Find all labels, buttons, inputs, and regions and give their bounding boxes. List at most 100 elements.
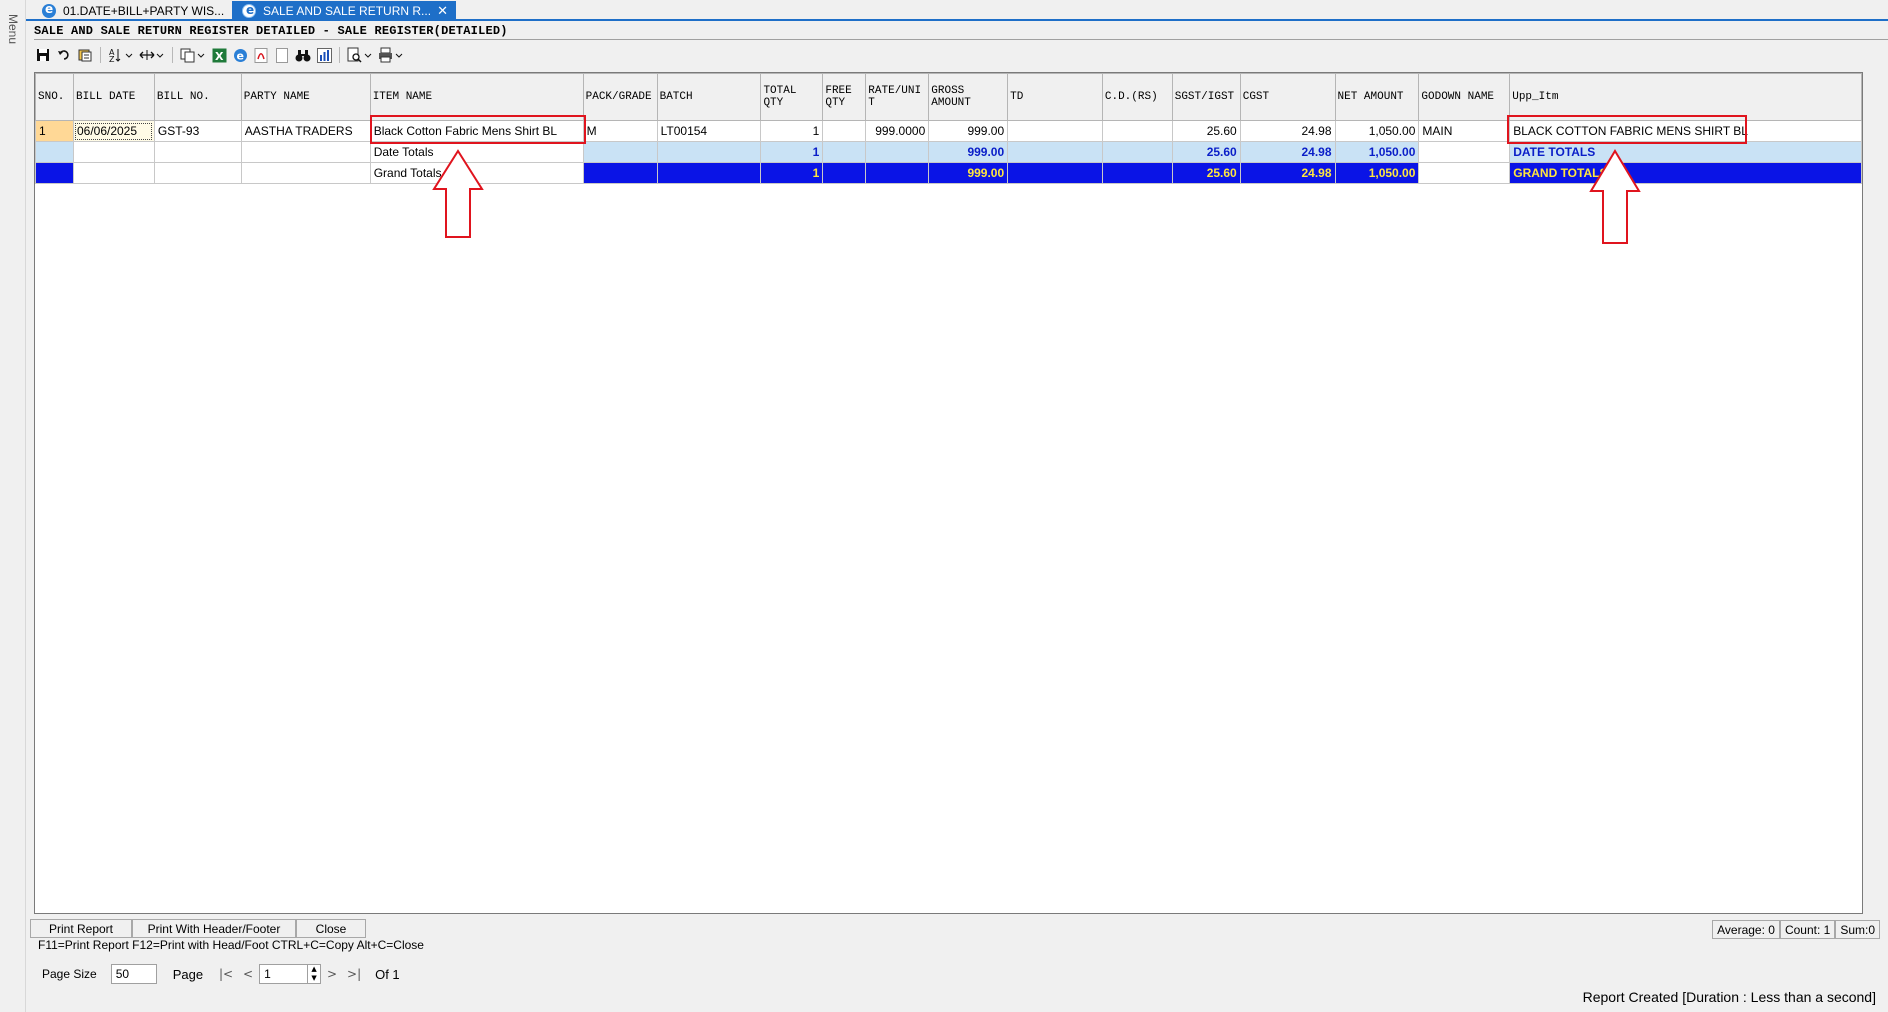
cell-rate-unit[interactable]: 999.0000	[865, 120, 930, 142]
print-with-header-footer-button[interactable]: Print With Header/Footer	[132, 919, 296, 938]
header-row: SNO. BILL DATE BILL NO. PARTY NAME ITEM …	[35, 73, 1862, 121]
col-header-total-qty[interactable]: TOTAL QTY	[760, 73, 824, 121]
undo-icon[interactable]	[55, 46, 73, 64]
cell-td[interactable]	[1007, 120, 1103, 142]
col-header-net-amount[interactable]: NET AMOUNT	[1334, 73, 1420, 121]
spinner-arrows-icon[interactable]: ▲ ▼	[307, 965, 320, 983]
cell-date-upp-itm[interactable]: DATE TOTALS	[1509, 141, 1862, 163]
cell-total-qty[interactable]: 1	[760, 120, 824, 142]
cell-grand-cgst[interactable]: 24.98	[1239, 162, 1336, 184]
date-totals-row[interactable]: Date Totals 1 999.00 25.60 24.98 1,050.0…	[35, 141, 1862, 163]
cell-date-total-qty[interactable]: 1	[760, 141, 824, 163]
excel-icon[interactable]: X	[210, 46, 228, 64]
cell-sgst-igst[interactable]: 25.60	[1171, 120, 1241, 142]
page-size-input[interactable]: 50	[110, 964, 157, 984]
cell-empty	[656, 162, 762, 184]
save-icon[interactable]	[34, 46, 52, 64]
cell-bill-no[interactable]: GST-93	[153, 120, 242, 142]
app-window: Menu 01.DATE+BILL+PARTY WIS... SALE AND …	[0, 0, 1888, 1012]
col-header-gross-amount[interactable]: GROSS AMOUNT	[928, 73, 1009, 121]
cell-item-name[interactable]: Black Cotton Fabric Mens Shirt BL	[369, 120, 584, 142]
ie-icon	[242, 3, 256, 18]
col-header-sno[interactable]: SNO.	[35, 73, 74, 121]
cell-net-amount[interactable]: 1,050.00	[1334, 120, 1420, 142]
col-header-cgst[interactable]: CGST	[1239, 73, 1336, 121]
cell-empty	[865, 162, 930, 184]
col-header-batch[interactable]: BATCH	[656, 73, 762, 121]
col-header-sgst-igst[interactable]: SGST/IGST	[1171, 73, 1241, 121]
grand-totals-row[interactable]: Grand Totals 1 999.00 25.60 24.98 1,050.…	[35, 162, 1862, 184]
col-header-godown[interactable]: GODOWN NAME	[1418, 73, 1511, 121]
next-page-button[interactable]: >	[321, 967, 343, 981]
cell-empty	[1101, 141, 1173, 163]
report-grid[interactable]: SNO. BILL DATE BILL NO. PARTY NAME ITEM …	[34, 72, 1863, 914]
cell-cd[interactable]	[1101, 120, 1173, 142]
cell-empty	[72, 162, 155, 184]
col-header-pack-grade[interactable]: PACK/GRADE	[582, 73, 658, 121]
cell-empty	[1418, 162, 1511, 184]
table-row[interactable]: 1 06/06/2025 GST-93 AASTHA TRADERS Black…	[35, 120, 1862, 142]
copy-icon[interactable]	[179, 46, 207, 64]
cell-grand-gross-amount[interactable]: 999.00	[928, 162, 1009, 184]
col-header-party-name[interactable]: PARTY NAME	[240, 73, 371, 121]
cell-grand-total-qty[interactable]: 1	[760, 162, 824, 184]
cell-empty	[822, 162, 867, 184]
cell-grand-net-amount[interactable]: 1,050.00	[1334, 162, 1420, 184]
cell-empty	[153, 141, 242, 163]
side-menu[interactable]: Menu	[0, 0, 26, 1012]
filter-icon[interactable]	[76, 46, 94, 64]
tab-sale-register[interactable]: SALE AND SALE RETURN R... ✕	[232, 1, 456, 20]
cell-grand-sgst-igst[interactable]: 25.60	[1171, 162, 1241, 184]
col-header-bill-date[interactable]: BILL DATE	[72, 73, 155, 121]
cell-cgst[interactable]: 24.98	[1239, 120, 1336, 142]
col-header-td[interactable]: TD	[1007, 73, 1103, 121]
print-icon[interactable]	[377, 46, 405, 64]
col-header-upp-itm[interactable]: Upp_Itm	[1509, 73, 1862, 121]
prev-page-button[interactable]: <	[237, 967, 259, 981]
col-header-rate-unit[interactable]: RATE/UNI T	[865, 73, 930, 121]
svg-text:e: e	[236, 49, 243, 62]
close-icon[interactable]: ✕	[437, 3, 448, 19]
col-header-item-name[interactable]: ITEM NAME	[369, 73, 584, 121]
column-width-icon[interactable]	[138, 46, 166, 64]
pdf-icon[interactable]	[252, 46, 270, 64]
col-header-cd[interactable]: C.D.(RS)	[1101, 73, 1173, 121]
summary-stats: Average: 0 Count: 1 Sum:0	[1712, 920, 1880, 939]
col-header-free-qty[interactable]: FREE QTY	[822, 73, 867, 121]
cell-empty	[1418, 141, 1511, 163]
close-button[interactable]: Close	[296, 919, 366, 938]
arrow-up-icon	[1589, 149, 1641, 244]
toolbar: AZ X e	[34, 44, 405, 66]
last-page-button[interactable]: >|	[343, 967, 365, 981]
cell-date-gross-amount[interactable]: 999.00	[928, 141, 1009, 163]
cell-batch[interactable]: LT00154	[656, 120, 762, 142]
page-label: Page	[172, 966, 204, 982]
tab-label: SALE AND SALE RETURN R...	[263, 3, 432, 18]
cell-godown[interactable]: MAIN	[1418, 120, 1511, 142]
cell-date-cgst[interactable]: 24.98	[1239, 141, 1336, 163]
page-number-input[interactable]: 1 ▲ ▼	[259, 964, 322, 984]
blank-page-icon[interactable]	[273, 46, 291, 64]
first-page-button[interactable]: |<	[215, 967, 237, 981]
print-preview-icon[interactable]	[346, 46, 374, 64]
cell-date-net-amount[interactable]: 1,050.00	[1334, 141, 1420, 163]
find-icon[interactable]	[294, 46, 312, 64]
cell-bill-date[interactable]: 06/06/2025	[72, 120, 155, 142]
chart-icon[interactable]	[315, 46, 333, 64]
cell-upp-itm[interactable]: BLACK COTTON FABRIC MENS SHIRT BL	[1509, 120, 1862, 142]
ie-icon	[42, 2, 56, 18]
cell-pack-grade[interactable]: M	[582, 120, 658, 142]
cell-party-name[interactable]: AASTHA TRADERS	[240, 120, 371, 142]
cell-free-qty[interactable]	[822, 120, 867, 142]
cell-grand-upp-itm[interactable]: GRAND TOTALS	[1509, 162, 1862, 184]
print-report-button[interactable]: Print Report	[30, 919, 132, 938]
side-menu-label[interactable]: Menu	[6, 14, 20, 44]
tab-date-bill-party[interactable]: 01.DATE+BILL+PARTY WIS...	[32, 1, 230, 20]
cell-sno[interactable]: 1	[35, 120, 74, 142]
sort-icon[interactable]: AZ	[107, 46, 135, 64]
cell-date-sgst-igst[interactable]: 25.60	[1171, 141, 1241, 163]
ie-icon[interactable]: e	[231, 46, 249, 64]
col-header-bill-no[interactable]: BILL NO.	[153, 73, 242, 121]
cell-gross-amount[interactable]: 999.00	[928, 120, 1009, 142]
svg-text:Z: Z	[109, 55, 115, 63]
